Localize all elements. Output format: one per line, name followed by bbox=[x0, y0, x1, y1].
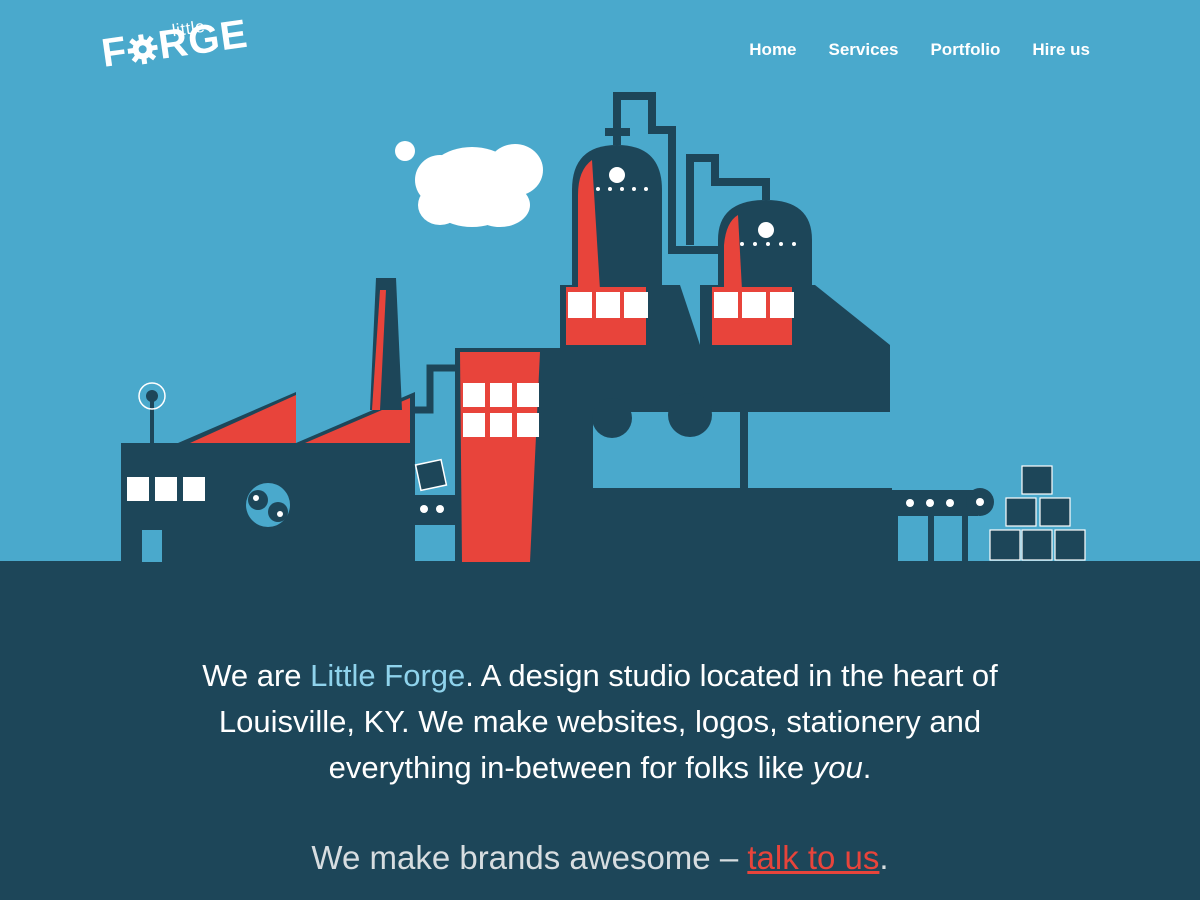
tagline-text: We make brands awesome – bbox=[311, 839, 748, 876]
main-nav: Home Services Portfolio Hire us bbox=[749, 40, 1090, 60]
gear-icon bbox=[125, 27, 159, 65]
tagline-end: . bbox=[879, 839, 889, 876]
nav-hire-us[interactable]: Hire us bbox=[1032, 40, 1090, 60]
intro-part1: We are bbox=[202, 658, 311, 693]
conveyor-left bbox=[414, 458, 457, 525]
intro-highlight: Little Forge bbox=[310, 658, 466, 693]
tagline: We make brands awesome – talk to us. bbox=[150, 839, 1050, 877]
intro-emphasis: you bbox=[812, 750, 863, 785]
nav-home[interactable]: Home bbox=[749, 40, 796, 60]
conveyor-right bbox=[888, 488, 994, 562]
intro-part3: . bbox=[862, 750, 872, 785]
intro-text: We are Little Forge. A design studio loc… bbox=[150, 653, 1050, 791]
factory-illustration bbox=[121, 92, 1086, 562]
nav-services[interactable]: Services bbox=[829, 40, 899, 60]
talk-to-us-link[interactable]: talk to us bbox=[747, 839, 879, 876]
left-factory bbox=[121, 278, 415, 562]
tank-left bbox=[566, 145, 662, 345]
logo-letters-rge: RGE bbox=[155, 11, 251, 68]
crates bbox=[989, 465, 1086, 561]
nav-portfolio[interactable]: Portfolio bbox=[930, 40, 1000, 60]
logo-big-text: F RGE bbox=[99, 12, 251, 77]
little-forge-logo[interactable]: little F RGE bbox=[99, 12, 272, 84]
cloud bbox=[395, 141, 543, 227]
